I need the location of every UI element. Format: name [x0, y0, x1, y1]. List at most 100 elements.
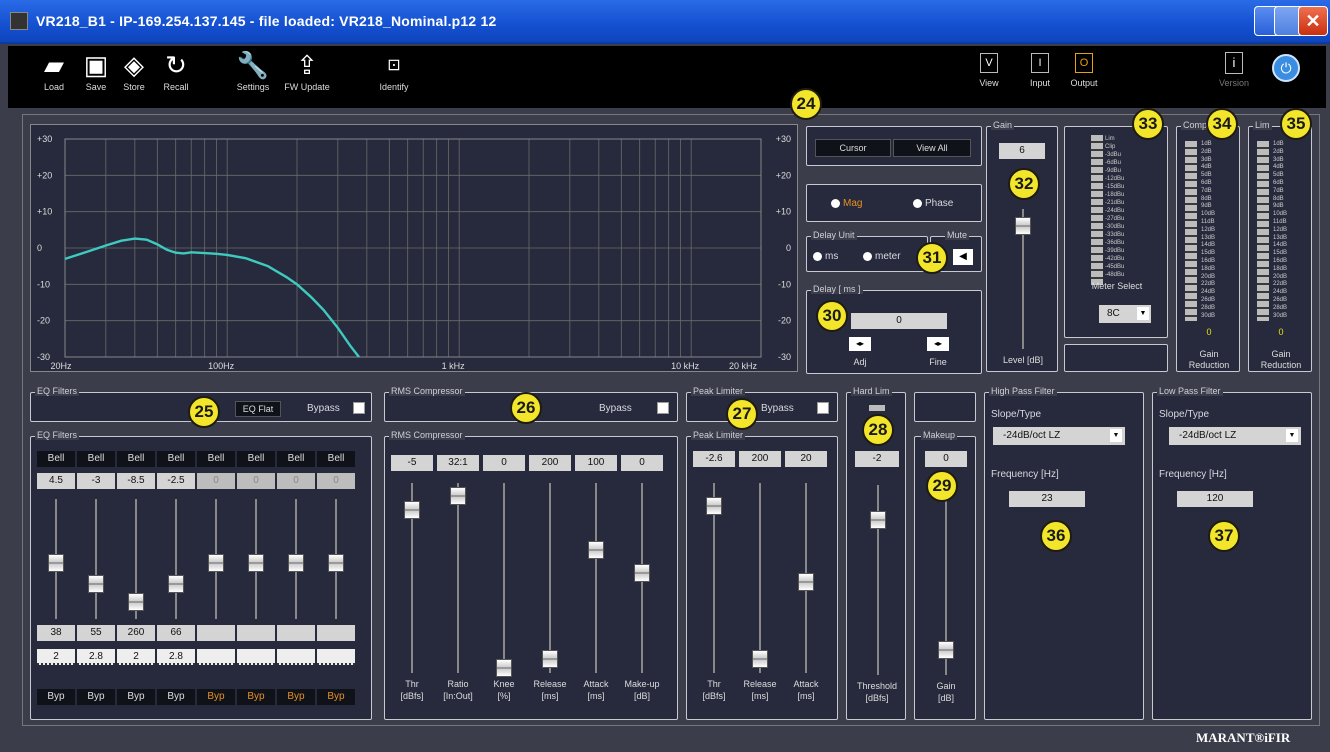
eq-flat-button[interactable]: EQ Flat	[235, 401, 281, 417]
hard-lim-value-field[interactable]: -2	[855, 451, 899, 467]
eq-type-1[interactable]: Bell	[37, 451, 75, 467]
gain-value-field[interactable]: 6	[999, 143, 1045, 159]
eq-type-3[interactable]: Bell	[117, 451, 155, 467]
version-button[interactable]: i Version	[1214, 48, 1254, 88]
makeup-value-field[interactable]: 0	[925, 451, 967, 467]
rms-value-6[interactable]: 0	[621, 455, 663, 471]
rms-slider-6[interactable]	[634, 564, 650, 582]
eq-gain-7[interactable]: 0	[277, 473, 315, 489]
eq-q-7[interactable]	[277, 649, 315, 665]
rms-slider-3[interactable]	[496, 659, 512, 678]
peak-value-3[interactable]: 20	[785, 451, 827, 467]
peak-bypass-checkbox[interactable]	[817, 402, 829, 414]
gain-slider[interactable]	[1015, 217, 1031, 235]
peak-slider-3[interactable]	[798, 573, 814, 591]
eq-gain-6[interactable]: 0	[237, 473, 275, 489]
eq-type-2[interactable]: Bell	[77, 451, 115, 467]
eq-q-5[interactable]	[197, 649, 235, 665]
rms-slider-4[interactable]	[542, 650, 558, 669]
fw-update-button[interactable]: ⇪ FW Update	[280, 48, 334, 93]
eq-bypass-4[interactable]: Byp	[157, 689, 195, 705]
eq-freq-7[interactable]	[277, 625, 315, 641]
peak-value-2[interactable]: 200	[739, 451, 781, 467]
delay-fine-stepper[interactable]: ◂▸	[927, 337, 949, 351]
settings-button[interactable]: 🔧 Settings	[230, 48, 276, 93]
eq-bypass-2[interactable]: Byp	[77, 689, 115, 705]
meter-select-dropdown[interactable]: 8C ▼	[1099, 305, 1151, 323]
eq-freq-3[interactable]: 260	[117, 625, 155, 641]
peak-slider-2[interactable]	[752, 650, 768, 669]
eq-freq-8[interactable]	[317, 625, 355, 641]
eq-gain-5[interactable]: 0	[197, 473, 235, 489]
eq-bypass-7[interactable]: Byp	[277, 689, 315, 705]
save-button[interactable]: ▣ Save	[78, 48, 114, 93]
rms-value-2[interactable]: 32:1	[437, 455, 479, 471]
eq-gain-3[interactable]: -8.5	[117, 473, 155, 489]
eq-freq-2[interactable]: 55	[77, 625, 115, 641]
hard-lim-slider[interactable]	[870, 511, 886, 529]
eq-gain-slider-5[interactable]	[208, 554, 224, 572]
eq-q-2[interactable]: 2.8	[77, 649, 115, 665]
delay-adj-stepper[interactable]: ◂▸	[849, 337, 871, 351]
eq-bypass-5[interactable]: Byp	[197, 689, 235, 705]
lpf-slope-dropdown[interactable]: -24dB/oct LZ ▼	[1169, 427, 1301, 445]
eq-type-6[interactable]: Bell	[237, 451, 275, 467]
eq-gain-slider-1[interactable]	[48, 554, 64, 572]
eq-freq-1[interactable]: 38	[37, 625, 75, 641]
lpf-frequency-field[interactable]: 120	[1177, 491, 1253, 507]
eq-gain-2[interactable]: -3	[77, 473, 115, 489]
eq-gain-slider-4[interactable]	[168, 575, 184, 593]
eq-gain-1[interactable]: 4.5	[37, 473, 75, 489]
close-button[interactable]: ✕	[1298, 6, 1328, 36]
view-button[interactable]: V View	[974, 48, 1004, 88]
eq-q-8[interactable]	[317, 649, 355, 665]
view-all-button[interactable]: View All	[893, 139, 971, 157]
rms-slider-2[interactable]	[450, 486, 466, 505]
peak-slider-1[interactable]	[706, 497, 722, 516]
meter-radio[interactable]: meter	[863, 251, 901, 262]
eq-q-1[interactable]: 2	[37, 649, 75, 665]
eq-type-4[interactable]: Bell	[157, 451, 195, 467]
rms-slider-1[interactable]	[404, 501, 420, 519]
hpf-slope-dropdown[interactable]: -24dB/oct LZ ▼	[993, 427, 1125, 445]
eq-gain-slider-8[interactable]	[328, 554, 344, 572]
phase-radio[interactable]: Phase	[913, 198, 953, 209]
eq-type-5[interactable]: Bell	[197, 451, 235, 467]
rms-value-3[interactable]: 0	[483, 455, 525, 471]
eq-freq-6[interactable]	[237, 625, 275, 641]
rms-slider-5[interactable]	[588, 540, 604, 559]
eq-bypass-1[interactable]: Byp	[37, 689, 75, 705]
hpf-frequency-field[interactable]: 23	[1009, 491, 1085, 507]
recall-button[interactable]: ↻ Recall	[156, 48, 196, 93]
mute-button[interactable]: ◀	[953, 249, 973, 265]
eq-bypass-6[interactable]: Byp	[237, 689, 275, 705]
ms-radio[interactable]: ms	[813, 251, 838, 262]
mag-radio[interactable]: Mag	[831, 198, 862, 209]
peak-value-1[interactable]: -2.6	[693, 451, 735, 467]
eq-q-6[interactable]	[237, 649, 275, 665]
eq-bypass-checkbox[interactable]	[353, 402, 365, 414]
eq-freq-5[interactable]	[197, 625, 235, 641]
rms-bypass-checkbox[interactable]	[657, 402, 669, 414]
eq-q-4[interactable]: 2.8	[157, 649, 195, 665]
identify-button[interactable]: ⊡ Identify	[372, 48, 416, 92]
rms-value-4[interactable]: 200	[529, 455, 571, 471]
rms-value-1[interactable]: -5	[391, 455, 433, 471]
input-button[interactable]: I Input	[1022, 48, 1058, 88]
eq-bypass-3[interactable]: Byp	[117, 689, 155, 705]
store-button[interactable]: ◈ Store	[116, 48, 152, 93]
eq-q-3[interactable]: 2	[117, 649, 155, 665]
plot-canvas[interactable]: +30 +30+20 +20+10 +100 0-10 -10-20 -20-30 -3020…	[31, 125, 797, 371]
output-button[interactable]: O Output	[1062, 48, 1106, 88]
cursor-button[interactable]: Cursor	[815, 139, 891, 157]
rms-value-5[interactable]: 100	[575, 455, 617, 471]
eq-bypass-8[interactable]: Byp	[317, 689, 355, 705]
load-button[interactable]: ▰ Load	[36, 48, 72, 93]
eq-type-8[interactable]: Bell	[317, 451, 355, 467]
eq-gain-slider-3[interactable]	[128, 593, 144, 611]
eq-gain-slider-6[interactable]	[248, 554, 264, 572]
eq-gain-slider-7[interactable]	[288, 554, 304, 572]
eq-gain-4[interactable]: -2.5	[157, 473, 195, 489]
eq-freq-4[interactable]: 66	[157, 625, 195, 641]
eq-gain-8[interactable]: 0	[317, 473, 355, 489]
